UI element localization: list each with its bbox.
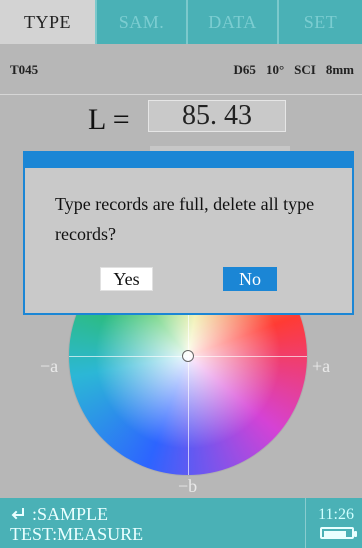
bottom-divider	[305, 498, 306, 548]
enter-icon	[10, 506, 26, 522]
illuminant: D65	[233, 62, 256, 77]
tab-sample[interactable]: SAM.	[97, 0, 188, 44]
tab-set[interactable]: SET	[279, 0, 362, 44]
hint-sample: :SAMPLE	[10, 504, 143, 524]
axis-label-plus-a: +a	[312, 356, 331, 376]
hint-sample-text: :SAMPLE	[32, 504, 109, 524]
observer: 10°	[265, 62, 285, 77]
bottom-bar: :SAMPLE TEST:MEASURE 11:26	[0, 498, 362, 548]
l-value-box: 85. 43	[148, 100, 286, 132]
top-tab-bar: TYPE SAM. DATA SET	[0, 0, 362, 44]
no-button[interactable]: No	[223, 267, 277, 291]
origin-marker	[182, 350, 194, 362]
tab-type-label: TYPE	[24, 11, 71, 32]
aperture: 8mm	[325, 62, 354, 77]
clock: 11:26	[318, 506, 354, 523]
hint-measure-text: TEST:MEASURE	[10, 524, 144, 544]
axis-label-minus-a: −a	[40, 356, 59, 376]
record-id: T045	[10, 62, 39, 77]
bottom-hints: :SAMPLE TEST:MEASURE	[10, 504, 143, 544]
device-screen: TYPE SAM. DATA SET T045 D65 10° SCI 8mm …	[0, 0, 362, 548]
confirm-dialog: Type records are full, delete all type r…	[23, 151, 354, 315]
mode: SCI	[294, 62, 316, 77]
tab-sample-label: SAM.	[118, 11, 165, 32]
tab-type[interactable]: TYPE	[0, 0, 97, 44]
tab-set-label: SET	[303, 11, 338, 32]
tab-data-label: DATA	[208, 11, 257, 32]
battery-icon	[320, 527, 357, 539]
hint-measure: TEST:MEASURE	[10, 524, 143, 544]
measurement-conditions: D65 10° SCI 8mm	[234, 62, 354, 78]
info-bar: T045 D65 10° SCI 8mm	[0, 44, 362, 95]
dialog-titlebar	[25, 153, 352, 168]
battery-fill	[324, 531, 347, 537]
yes-button[interactable]: Yes	[100, 267, 153, 291]
dialog-message: Type records are full, delete all type r…	[55, 194, 315, 244]
l-label: L =	[88, 103, 130, 136]
axis-label-minus-b: −b	[178, 476, 198, 496]
tab-data[interactable]: DATA	[188, 0, 279, 44]
